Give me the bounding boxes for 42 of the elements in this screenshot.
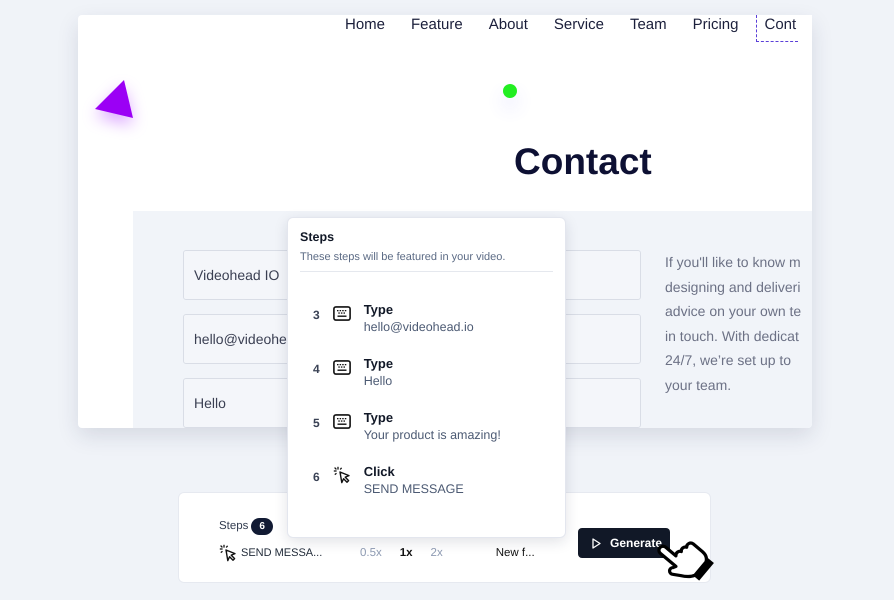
step-number: 4 bbox=[313, 361, 320, 377]
step-title: Type bbox=[364, 410, 394, 426]
steps-label: Steps bbox=[219, 520, 248, 532]
nav-link[interactable]: About bbox=[480, 15, 536, 42]
page-heading: Contact bbox=[514, 140, 652, 184]
step-value: Your product is amazing! bbox=[364, 427, 501, 444]
generate-button[interactable]: Generate bbox=[578, 528, 670, 558]
step-number: 3 bbox=[313, 307, 320, 323]
click-icon bbox=[219, 544, 237, 562]
step-title: Type bbox=[364, 356, 394, 372]
step-title: Click bbox=[364, 464, 395, 480]
play-icon bbox=[592, 538, 601, 548]
dot-icon bbox=[503, 84, 517, 98]
keyboard-icon bbox=[332, 414, 351, 429]
step-value: hello@videohead.io bbox=[364, 319, 474, 336]
keyboard-icon bbox=[332, 360, 351, 375]
nav-link[interactable]: Pricing bbox=[684, 15, 746, 42]
step-title: Type bbox=[364, 302, 394, 318]
popup-title: Steps bbox=[300, 230, 334, 244]
keyboard-icon bbox=[332, 306, 351, 321]
paragraph-line: 24/7, we’re set up to bbox=[665, 351, 792, 370]
step-number: 6 bbox=[313, 469, 320, 485]
step-value: Hello bbox=[364, 373, 392, 390]
count-badge: 6 bbox=[251, 518, 273, 534]
step-summary: SEND MESSA... bbox=[241, 547, 322, 559]
paragraph-line: If you'll like to know m bbox=[665, 253, 801, 272]
nav-link[interactable]: Feature bbox=[402, 15, 471, 42]
step-value: SEND MESSAGE bbox=[364, 481, 464, 498]
option-label[interactable]: New f... bbox=[496, 547, 535, 559]
step-number: 5 bbox=[313, 415, 320, 431]
speed-option[interactable]: 1x bbox=[390, 547, 422, 559]
triangle-icon bbox=[95, 80, 134, 119]
paragraph-line: designing and deliveri bbox=[665, 278, 800, 297]
paragraph-line: your team. bbox=[665, 376, 732, 395]
paragraph-line: advice on your own te bbox=[665, 302, 802, 321]
nav-link[interactable]: Service bbox=[544, 15, 612, 42]
paragraph-line: in touch. With dedicat bbox=[665, 326, 799, 346]
click-icon bbox=[332, 466, 351, 484]
nav-link[interactable]: Cont bbox=[756, 15, 798, 42]
nav-link[interactable]: Home bbox=[336, 15, 394, 42]
popup-subtitle: These steps will be featured in your video. bbox=[300, 250, 506, 264]
nav-link[interactable]: Team bbox=[620, 15, 675, 42]
